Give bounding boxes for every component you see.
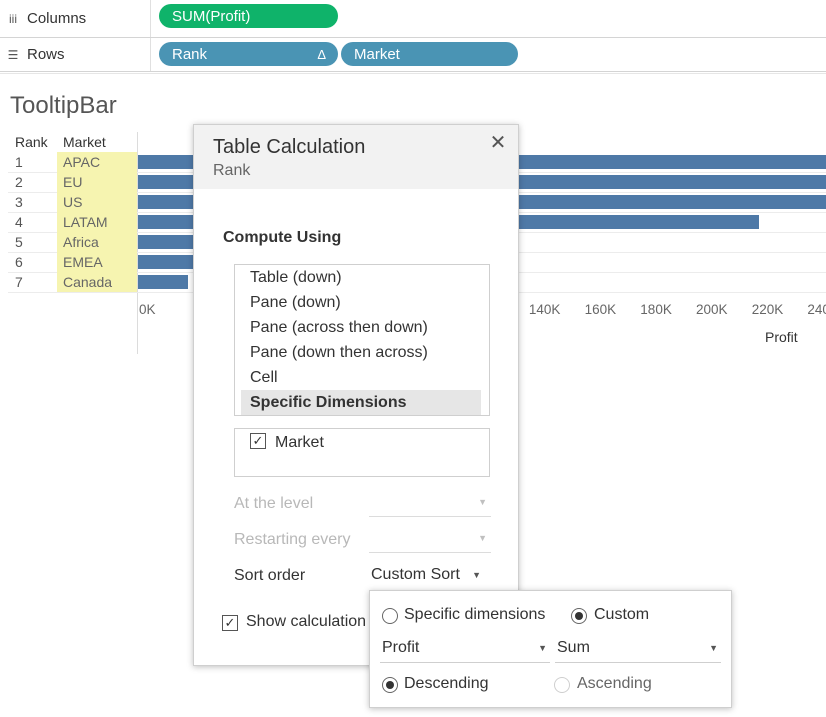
chevron-down-icon: ▼ <box>538 643 547 653</box>
shelf-divider <box>150 0 151 37</box>
ascending-radio-label: Ascending <box>577 675 652 692</box>
compute-option-specific-dimensions[interactable]: Specific Dimensions <box>241 390 481 415</box>
sort-order-value: Custom Sort <box>371 566 460 583</box>
market-cell[interactable]: APAC <box>57 152 137 172</box>
sum-profit-pill[interactable]: SUM(Profit) <box>159 4 338 28</box>
chevron-down-icon: ▼ <box>478 533 487 543</box>
chevron-down-icon: ▼ <box>478 497 487 507</box>
market-dimension-label: Market <box>275 434 324 451</box>
descending-radio[interactable] <box>382 677 398 693</box>
x-axis-tick: 140K <box>528 302 561 317</box>
market-pill-label: Market <box>354 45 400 63</box>
market-cell[interactable]: Africa <box>57 232 137 252</box>
shelf-divider <box>150 38 151 71</box>
market-cell[interactable]: EMEA <box>57 252 137 272</box>
sort-order-label: Sort order <box>234 567 306 584</box>
x-axis-tick: 220K <box>751 302 784 317</box>
show-calculation-assistance-checkbox[interactable]: ✓ <box>222 615 238 631</box>
rank-cell[interactable]: 4 <box>15 214 23 230</box>
toolbar-separator <box>0 73 826 76</box>
sum-profit-pill-label: SUM(Profit) <box>172 7 251 25</box>
market-cell[interactable]: Canada <box>57 272 137 292</box>
at-the-level-dropdown[interactable]: ▼ <box>369 493 491 517</box>
rank-pill-label: Rank <box>172 45 208 63</box>
columns-label: Columns <box>27 10 87 27</box>
x-axis-title: Profit <box>765 329 798 345</box>
compute-option-cell[interactable]: Cell <box>241 365 481 390</box>
market-header[interactable]: Market <box>63 134 106 150</box>
rows-icon: ☰ <box>7 47 19 62</box>
market-pill[interactable]: Market <box>341 42 518 66</box>
specific-dimensions-radio[interactable] <box>382 608 398 624</box>
compute-using-list[interactable]: Table (down) Pane (down) Pane (across th… <box>234 264 490 416</box>
profit-bar[interactable] <box>138 275 188 289</box>
descending-radio-label: Descending <box>404 675 489 692</box>
sort-field-value: Profit <box>382 639 420 656</box>
table-calculation-dialog: Table Calculation Rank ✕ Compute Using T… <box>193 124 519 666</box>
rank-cell[interactable]: 2 <box>15 174 23 190</box>
market-cell[interactable]: EU <box>57 172 137 192</box>
chevron-down-icon: ▼ <box>709 643 718 653</box>
at-the-level-label: At the level <box>234 495 314 512</box>
columns-shelf: iii Columns SUM(Profit) <box>0 0 826 38</box>
rank-cell[interactable]: 1 <box>15 154 23 170</box>
compute-option-pane-down-then-across[interactable]: Pane (down then across) <box>241 340 481 365</box>
columns-icon: iii <box>9 11 17 26</box>
compute-option-table-down[interactable]: Table (down) <box>241 265 481 290</box>
x-axis-tick: 160K <box>584 302 617 317</box>
rank-cell[interactable]: 6 <box>15 254 23 270</box>
columns-shelf-label: iii Columns <box>6 0 86 37</box>
rows-shelf: ☰ Rows Rank Δ Market <box>0 38 826 72</box>
rank-cell[interactable]: 7 <box>15 274 23 290</box>
rank-cell[interactable]: 3 <box>15 194 23 210</box>
rows-shelf-label: ☰ Rows <box>6 38 65 71</box>
ascending-radio[interactable] <box>554 677 570 693</box>
sort-aggregation-dropdown[interactable]: Sum ▼ <box>555 637 721 663</box>
rank-cell[interactable]: 5 <box>15 234 23 250</box>
market-dimension-checkbox[interactable]: ✓ <box>250 433 266 449</box>
restarting-every-label: Restarting every <box>234 531 351 548</box>
rank-pill[interactable]: Rank Δ <box>159 42 338 66</box>
custom-radio-label: Custom <box>594 606 650 623</box>
custom-sort-popup: Specific dimensions Custom Profit ▼ Sum … <box>369 590 732 708</box>
market-cell[interactable]: US <box>57 192 137 212</box>
dialog-header: Table Calculation Rank ✕ <box>194 125 518 189</box>
dialog-subtitle: Rank <box>213 162 251 179</box>
rank-header[interactable]: Rank <box>15 134 48 150</box>
x-axis-tick: 200K <box>696 302 728 317</box>
close-icon[interactable]: ✕ <box>488 133 508 153</box>
x-axis-tick: 240K <box>807 302 826 317</box>
dimensions-list: ✓ Market <box>234 428 490 477</box>
sort-field-dropdown[interactable]: Profit ▼ <box>380 637 550 663</box>
market-cell[interactable]: LATAM <box>57 212 137 232</box>
sort-order-dropdown[interactable]: Custom Sort ▼ <box>369 566 491 590</box>
compute-option-pane-across-then-down[interactable]: Pane (across then down) <box>241 315 481 340</box>
compute-option-pane-down[interactable]: Pane (down) <box>241 290 481 315</box>
table-calc-delta-icon: Δ <box>317 46 326 62</box>
sort-aggregation-value: Sum <box>557 639 590 656</box>
specific-dimensions-radio-label: Specific dimensions <box>404 606 546 623</box>
restarting-every-dropdown[interactable]: ▼ <box>369 529 491 553</box>
x-axis-tick: 0K <box>139 302 156 317</box>
compute-using-label: Compute Using <box>223 229 342 246</box>
custom-radio[interactable] <box>571 608 587 624</box>
rows-label: Rows <box>27 46 65 63</box>
worksheet-title: TooltipBar <box>10 92 117 119</box>
x-axis-tick: 180K <box>640 302 672 317</box>
chevron-down-icon: ▼ <box>472 570 481 580</box>
dialog-title: Table Calculation <box>213 136 366 158</box>
